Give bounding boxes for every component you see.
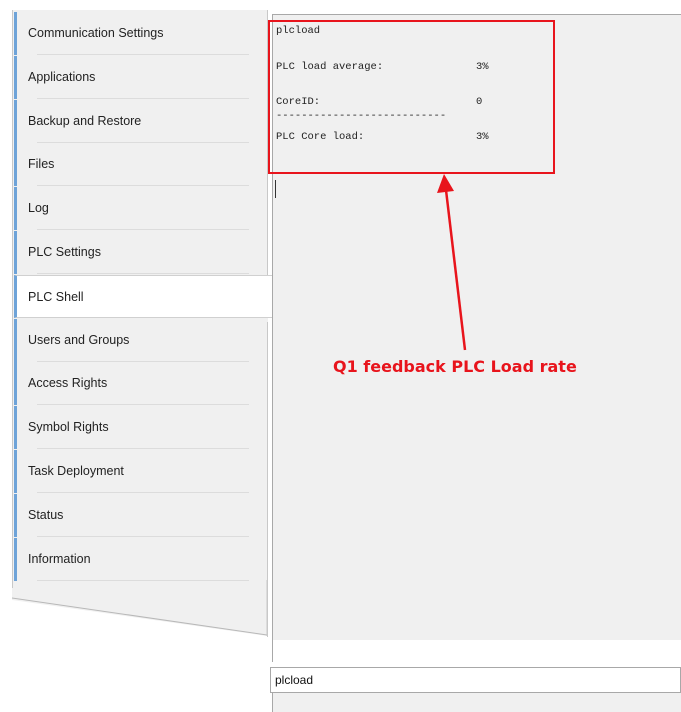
annotation-arrow xyxy=(437,174,467,351)
annotation-label: Q1 feedback PLC Load rate xyxy=(333,357,577,376)
